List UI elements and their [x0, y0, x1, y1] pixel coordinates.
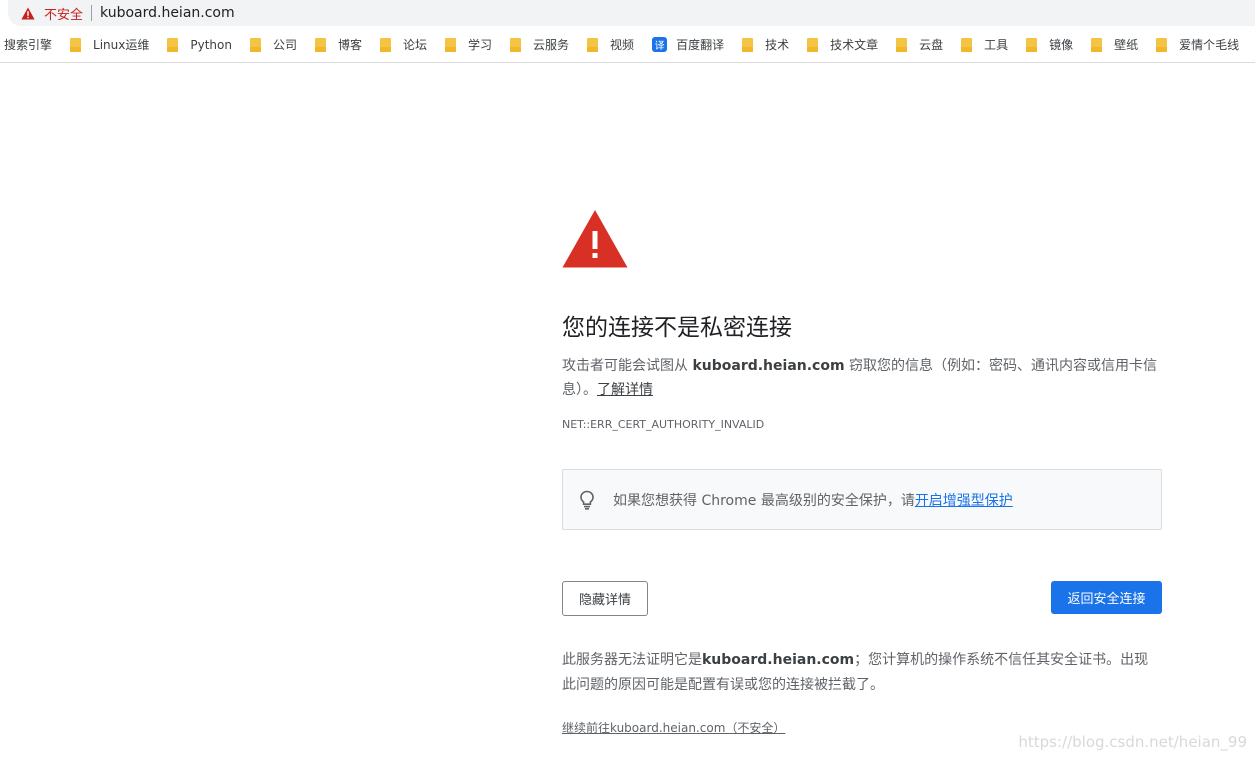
enhanced-protection-box: 如果您想获得 Chrome 最高级别的安全保护，请开启增强型保护	[562, 469, 1162, 530]
bookmark-folder[interactable]	[1245, 33, 1255, 57]
bookmark-folder[interactable]: 论坛	[368, 33, 433, 57]
watermark: https://blog.csdn.net/heian_99	[1018, 733, 1247, 751]
bookmark-folder[interactable]: 云服务	[498, 33, 575, 57]
bookmark-folder[interactable]: 技术文章	[795, 33, 884, 57]
bookmark-label: 百度翻译	[676, 38, 725, 52]
bookmark-label: 技术	[765, 38, 790, 52]
bookmark-label: 博客	[337, 38, 362, 52]
bookmark-item[interactable]: 译 百度翻译	[640, 33, 730, 57]
page-title: 您的连接不是私密连接	[562, 315, 792, 341]
folder-icon	[510, 37, 522, 52]
folder-icon	[380, 37, 392, 52]
bookmark-label: 工具	[984, 38, 1009, 52]
bookmark-folder[interactable]: 公司	[238, 33, 303, 57]
back-to-safety-button[interactable]: 返回安全连接	[1051, 581, 1162, 614]
folder-icon	[314, 37, 327, 52]
folder-icon	[807, 37, 819, 52]
bookmark-folder[interactable]: 博客	[303, 33, 368, 57]
bookmark-label: 壁纸	[1114, 38, 1139, 52]
folder-icon	[1026, 37, 1038, 52]
bookmark-folder[interactable]: 爱情个毛线	[1144, 33, 1245, 57]
desc-host: kuboard.heian.com	[692, 358, 845, 374]
bookmark-folder[interactable]: 学习	[433, 33, 498, 57]
folder-icon	[167, 37, 179, 52]
tip-message: 如果您想获得 Chrome 最高级别的安全保护，请	[613, 492, 915, 509]
folder-icon	[70, 37, 82, 52]
not-secure-label[interactable]: 不安全	[44, 4, 83, 23]
folder-icon	[445, 37, 457, 52]
bookmark-label: 云盘	[919, 38, 944, 52]
bookmark-folder[interactable]: 技术	[730, 33, 795, 57]
bookmark-label: 爱情个毛线	[1179, 38, 1240, 52]
folder-icon	[249, 37, 262, 52]
warning-icon[interactable]	[20, 6, 36, 20]
bookmark-folder[interactable]: 工具	[949, 33, 1014, 57]
bookmark-label: 云服务	[533, 38, 570, 52]
bookmark-label: 公司	[272, 38, 297, 52]
bookmark-folder[interactable]: 镜像	[1014, 33, 1079, 57]
bookmark-label: Linux运维	[93, 38, 150, 52]
bookmark-folder[interactable]: 云盘	[884, 33, 949, 57]
bookmark-folder[interactable]: 壁纸	[1079, 33, 1144, 57]
details-prefix: 此服务器无法证明它是	[562, 652, 702, 668]
lightbulb-icon	[580, 490, 594, 510]
interstitial-content: 您的连接不是私密连接 攻击者可能会试图从 kuboard.heian.com 窃…	[562, 209, 1162, 735]
error-code: NET::ERR_CERT_AUTHORITY_INVALID	[562, 418, 765, 431]
details-host: kuboard.heian.com	[702, 652, 855, 668]
details-text: 此服务器无法证明它是kuboard.heian.com；您计算机的操作系统不信任…	[562, 648, 1162, 698]
folder-icon	[896, 37, 908, 52]
bookmark-folder[interactable]: 视频	[575, 33, 640, 57]
enhanced-protection-link[interactable]: 开启增强型保护	[915, 493, 1013, 509]
divider	[91, 5, 93, 21]
warning-description: 攻击者可能会试图从 kuboard.heian.com 窃取您的信息（例如：密码…	[562, 354, 1162, 402]
bookmark-label: 镜像	[1049, 38, 1074, 52]
warning-triangle-icon	[562, 210, 628, 268]
bookmark-label: Python	[190, 37, 232, 52]
desc-prefix: 攻击者可能会试图从	[562, 358, 693, 374]
folder-icon	[1156, 37, 1168, 52]
translate-icon: 译	[652, 37, 668, 52]
omnibox[interactable]: 不安全 kuboard.heian.com	[8, 0, 1255, 26]
learn-more-link[interactable]: 了解详情	[597, 382, 653, 398]
address-bar: 不安全 kuboard.heian.com	[0, 0, 1255, 27]
url-text[interactable]: kuboard.heian.com	[100, 5, 235, 21]
bookmark-label: 搜索引擎	[4, 38, 53, 52]
bookmark-folder[interactable]: Linux运维	[66, 33, 155, 57]
folder-icon	[1091, 37, 1103, 52]
bookmarks-bar: 搜索引擎 Linux运维 Python 公司 博客 论坛 学习 云服务 视频 译…	[0, 27, 1255, 63]
folder-icon	[587, 37, 599, 52]
bookmark-label: 学习	[468, 38, 493, 52]
bookmark-label: 视频	[610, 38, 635, 52]
tip-text: 如果您想获得 Chrome 最高级别的安全保护，请开启增强型保护	[613, 490, 1013, 510]
bookmark-label: 论坛	[403, 38, 428, 52]
folder-icon	[961, 37, 973, 52]
bookmark-folder[interactable]: Python	[155, 33, 238, 57]
proceed-unsafe-link[interactable]: 继续前往kuboard.heian.com（不安全）	[562, 719, 785, 736]
hide-details-button[interactable]: 隐藏详情	[562, 581, 648, 616]
bookmark-label: 技术文章	[830, 38, 879, 52]
bookmark-item[interactable]: 搜索引擎	[0, 33, 66, 57]
folder-icon	[742, 37, 754, 52]
